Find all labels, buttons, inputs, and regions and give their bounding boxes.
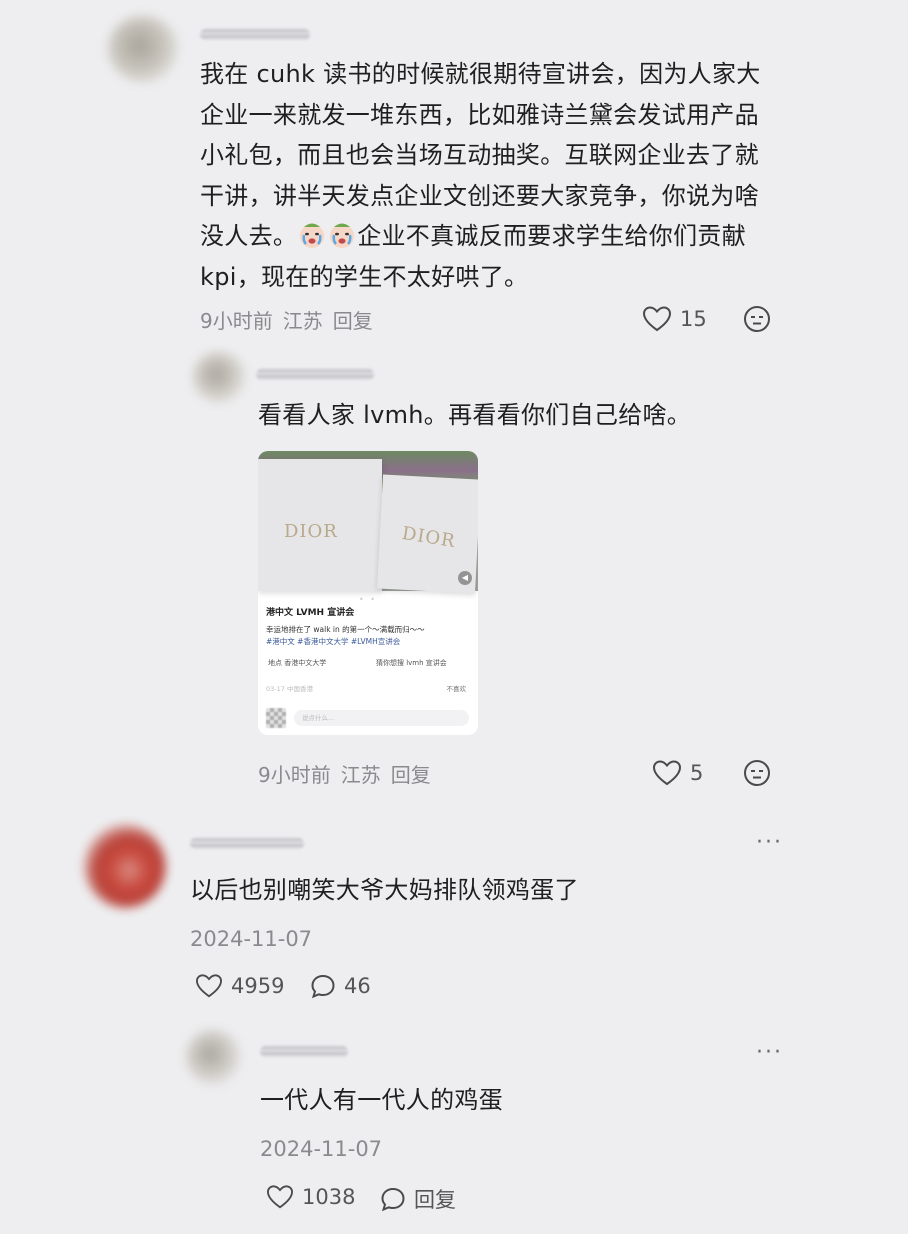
avatar[interactable]: [108, 16, 178, 82]
post-location: 地点 香港中文大学: [268, 659, 327, 667]
avatar[interactable]: [193, 352, 245, 402]
like-button[interactable]: 1038: [266, 1184, 355, 1210]
avatar[interactable]: [84, 824, 166, 908]
timestamp: 2024-11-07: [190, 927, 313, 951]
crying-emoji-icon: [328, 221, 356, 249]
timestamp: 2024-11-07: [260, 1137, 383, 1161]
reply-text: 一代人有一代人的鸡蛋: [260, 1086, 503, 1114]
avatar: [266, 708, 286, 728]
post-keyword: 猜你想搜 lvmh 宣讲会: [376, 659, 447, 667]
location: 江苏: [282, 309, 323, 333]
comment-button[interactable]: 46: [310, 973, 371, 999]
like-count: 5: [690, 761, 704, 785]
post-photo: DIOR DIOR ◀: [258, 451, 478, 594]
comment-meta: 9小时前 江苏 回复: [258, 759, 441, 788]
reply-text: 看看人家 lvmh。再看看你们自己给啥。: [258, 401, 692, 429]
heart-icon: [642, 305, 672, 333]
heart-icon: [266, 1184, 294, 1210]
post-title: 港中文 LVMH 宣讲会: [266, 608, 355, 618]
username[interactable]: [256, 369, 374, 380]
timestamp: 9小时前: [258, 763, 331, 787]
comment-count: 46: [344, 974, 371, 998]
location: 江苏: [340, 763, 381, 787]
username[interactable]: [200, 29, 310, 40]
attached-image[interactable]: DIOR DIOR ◀ • • 港中文 LVMH 宣讲会 幸运地排在了 walk…: [258, 451, 478, 735]
carousel-dots: • •: [359, 595, 377, 604]
emoji-face-icon: [743, 759, 771, 787]
reply-button[interactable]: 回复: [391, 763, 431, 787]
username[interactable]: [190, 838, 304, 849]
heart-icon: [652, 759, 682, 787]
like-count: 15: [680, 307, 707, 331]
brand-logo: DIOR: [400, 522, 457, 553]
post-dislike: 不喜欢: [446, 685, 467, 693]
comment-text: 我在 cuhk 读书的时候就很期待宣讲会，因为人家大企业一来就发一堆东西，比如雅…: [200, 60, 761, 291]
reaction-button[interactable]: [743, 305, 771, 333]
comment-bubble-icon: [380, 1186, 406, 1212]
like-count: 1038: [302, 1185, 356, 1209]
like-button[interactable]: 5: [652, 759, 703, 787]
avatar[interactable]: [186, 1030, 240, 1084]
post-time: 03-17 中国香港: [266, 685, 313, 693]
reply-button[interactable]: 回复: [333, 309, 373, 333]
shopping-bag: DIOR: [258, 459, 382, 591]
comment-text: 以后也别嘲笑大爷大妈排队领鸡蛋了: [190, 876, 579, 904]
timestamp: 9小时前: [200, 309, 273, 333]
reply-label: 回复: [414, 1188, 456, 1212]
post-description: 幸运地排在了 walk in 的第一个～满载而归～～ #港中文 #香港中文大学 …: [266, 625, 425, 646]
reaction-button[interactable]: [743, 759, 771, 787]
more-icon[interactable]: ···: [756, 830, 783, 855]
emoji-face-icon: [743, 305, 771, 333]
username[interactable]: [260, 1046, 348, 1057]
like-button[interactable]: 15: [642, 305, 707, 333]
like-count: 4959: [231, 974, 285, 998]
heart-icon: [195, 973, 223, 999]
crying-emoji-icon: [298, 221, 326, 249]
reply-button[interactable]: 回复: [380, 1184, 456, 1214]
like-button[interactable]: 4959: [195, 973, 284, 999]
comment-meta: 9小时前 江苏 回复: [200, 305, 383, 334]
post-comment-input: 说点什么...: [294, 710, 469, 726]
more-icon[interactable]: ···: [756, 1040, 783, 1065]
comment-bubble-icon: [310, 973, 336, 999]
brand-logo: DIOR: [284, 521, 338, 542]
sound-icon: ◀: [458, 571, 472, 585]
